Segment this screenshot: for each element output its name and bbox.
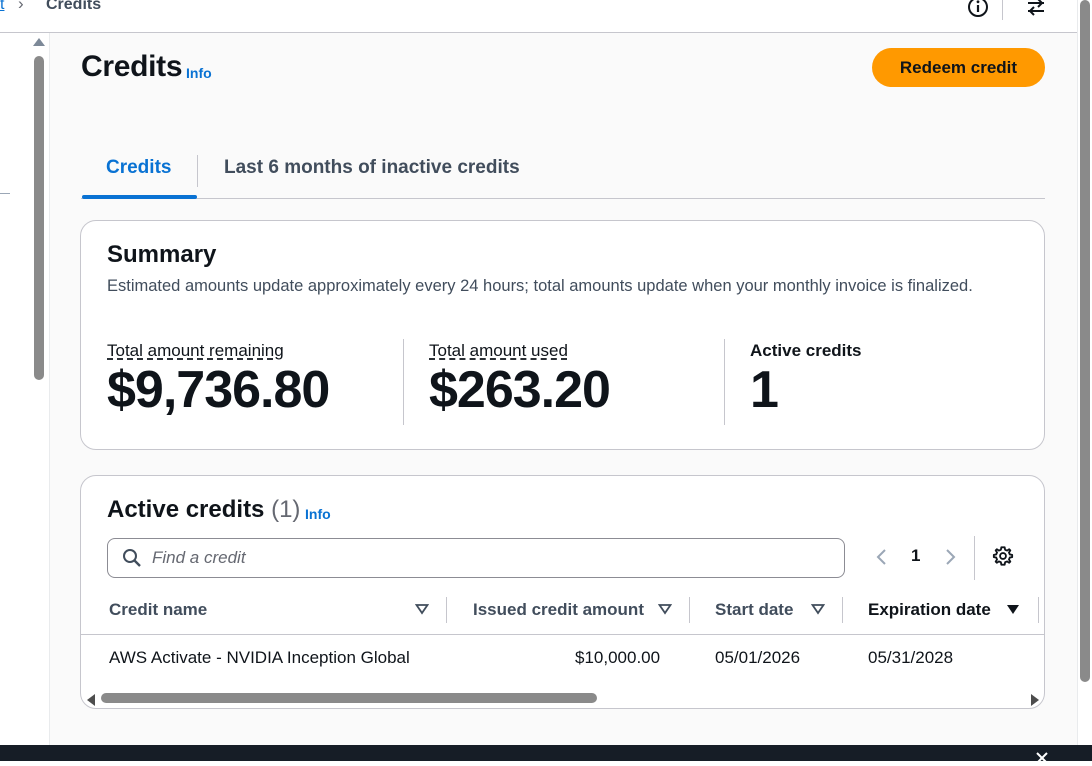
metric-separator: [724, 339, 725, 425]
metric-value: 1: [750, 361, 779, 419]
scroll-left-arrow-icon[interactable]: [87, 694, 95, 706]
column-header-issued-amount[interactable]: Issued credit amount: [473, 600, 644, 620]
redeem-credit-button[interactable]: Redeem credit: [872, 48, 1045, 87]
breadcrumb-parent-link[interactable]: t: [0, 0, 4, 14]
table-header-divider: [81, 634, 1044, 635]
left-nav-divider: [0, 193, 10, 194]
summary-description: Estimated amounts update approximately e…: [107, 277, 973, 295]
cell-issued-amount: $10,000.00: [575, 648, 661, 667]
top-bar: t › Credits: [0, 0, 1077, 33]
page-scrollbar-thumb[interactable]: [1080, 0, 1090, 682]
column-separator[interactable]: [842, 597, 843, 623]
column-header-credit-name[interactable]: Credit name: [109, 600, 207, 620]
metric-separator: [403, 339, 404, 425]
summary-title: Summary: [107, 241, 217, 268]
metric-active-credits: Active credits 1: [750, 341, 862, 425]
active-credits-card: Active credits (1) Info 1: [80, 475, 1045, 709]
main-content: Credits Info Redeem credit Credits Last …: [50, 33, 1077, 745]
bottom-notification-bar: [0, 745, 1092, 764]
column-separator[interactable]: [689, 597, 690, 623]
sort-caret-down-filled-icon[interactable]: [1006, 603, 1020, 615]
current-page-number[interactable]: 1: [911, 546, 920, 566]
gear-icon[interactable]: [992, 545, 1014, 567]
top-bar-divider: [1002, 0, 1003, 20]
active-tab-indicator: [82, 195, 197, 199]
active-credits-title-text: Active credits: [107, 496, 265, 523]
metric-label[interactable]: Total amount used: [429, 341, 610, 361]
horizontal-scrollbar-thumb[interactable]: [101, 693, 597, 703]
metric-total-remaining: Total amount remaining $9,736.80: [107, 341, 330, 425]
search-box: [107, 538, 845, 578]
cell-start-date: 05/01/2026: [715, 648, 801, 667]
sort-caret-down-icon[interactable]: [415, 603, 429, 615]
metric-label: Active credits: [750, 341, 862, 360]
column-separator[interactable]: [446, 597, 447, 623]
scroll-right-arrow-icon[interactable]: [1031, 694, 1039, 706]
previous-page-chevron-icon[interactable]: [871, 542, 893, 572]
active-credits-info-link[interactable]: Info: [305, 506, 331, 522]
page-title: Credits: [81, 50, 183, 83]
tabs: Credits Last 6 months of inactive credit…: [81, 153, 1045, 199]
breadcrumb-current: Credits: [46, 0, 102, 13]
active-credits-title: Active credits (1): [107, 496, 300, 524]
search-icon: [123, 549, 141, 567]
info-circle-icon[interactable]: [966, 0, 990, 19]
nav-scrollbar-thumb[interactable]: [34, 56, 44, 380]
table-horizontal-scrollbar[interactable]: [85, 690, 1041, 706]
column-separator[interactable]: [1038, 597, 1039, 623]
tab-separator: [197, 155, 198, 187]
next-page-chevron-icon[interactable]: [939, 542, 961, 572]
close-icon[interactable]: [1034, 750, 1050, 766]
column-header-expiration-date[interactable]: Expiration date: [868, 600, 991, 620]
page-title-info-link[interactable]: Info: [186, 65, 212, 81]
metric-label[interactable]: Total amount remaining: [107, 341, 329, 361]
pagination-separator: [974, 536, 975, 580]
tab-credits[interactable]: Credits: [106, 157, 171, 179]
metric-value: $263.20: [429, 361, 611, 419]
split-panel-icon[interactable]: [1024, 0, 1048, 19]
nav-scroll-up-arrow-icon[interactable]: [33, 38, 45, 46]
cell-expiration-date: 05/31/2028: [868, 648, 954, 667]
page-scrollbar[interactable]: [1077, 0, 1092, 745]
sort-caret-down-icon[interactable]: [811, 603, 825, 615]
metric-value: $9,736.80: [107, 361, 330, 419]
sort-caret-down-icon[interactable]: [658, 603, 672, 615]
column-header-start-date[interactable]: Start date: [715, 600, 793, 620]
summary-card: Summary Estimated amounts update approxi…: [80, 220, 1045, 450]
cell-credit-name: AWS Activate - NVIDIA Inception Global: [109, 648, 410, 667]
search-input[interactable]: [152, 547, 812, 569]
tab-inactive-credits[interactable]: Last 6 months of inactive credits: [224, 157, 520, 179]
active-credits-count: (1): [271, 496, 301, 523]
metric-total-used: Total amount used $263.20: [429, 341, 611, 425]
breadcrumb-chevron-icon: ›: [18, 0, 24, 13]
